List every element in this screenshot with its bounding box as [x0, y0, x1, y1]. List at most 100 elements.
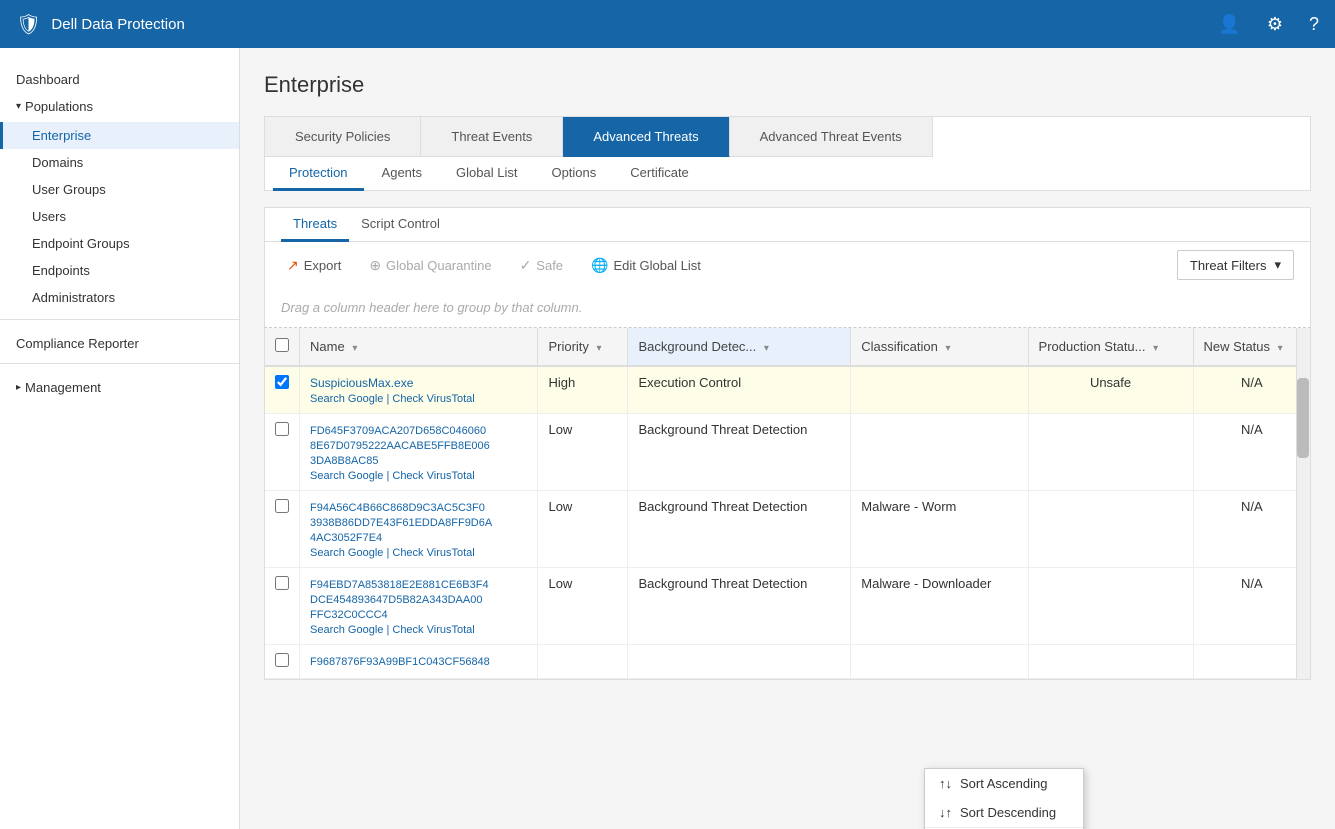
sort-descending-option[interactable]: ↓↑ Sort Descending — [925, 798, 1083, 827]
col-bg-detect[interactable]: Background Detec... ▾ — [628, 328, 851, 366]
row0-new-status: N/A — [1193, 366, 1310, 414]
sidebar-item-domains[interactable]: Domains — [0, 149, 239, 176]
row2-name: F94A56C4B66C868D9C3AC5C3F03938B86DD7E43F… — [300, 491, 538, 568]
col-name[interactable]: Name ▾ — [300, 328, 538, 366]
row4-bg-detect — [628, 645, 851, 679]
sidebar-item-dashboard[interactable]: Dashboard — [0, 64, 239, 91]
innertab-script-control[interactable]: Script Control — [349, 208, 452, 242]
sort-ascending-option[interactable]: ↑↓ Sort Ascending — [925, 769, 1083, 798]
tab-security-policies[interactable]: Security Policies — [265, 117, 421, 157]
row3-new-status: N/A — [1193, 568, 1310, 645]
sidebar: Dashboard ▾ Populations Enterprise Domai… — [0, 48, 240, 829]
row3-bg-detect: Background Threat Detection — [628, 568, 851, 645]
table-row: F9687876F93A99BF1C043CF56848 — [265, 645, 1310, 679]
row1-priority: Low — [538, 414, 628, 491]
row4-new-status — [1193, 645, 1310, 679]
quarantine-icon: ⊕ — [369, 257, 381, 274]
tab-advanced-threat-events[interactable]: Advanced Threat Events — [730, 117, 933, 157]
sidebar-item-compliance-reporter[interactable]: Compliance Reporter — [0, 328, 239, 355]
table-section: Name ▾ Priority ▾ Background Detec... ▾ — [264, 328, 1311, 680]
content-area: Enterprise Security Policies Threat Even… — [240, 48, 1335, 829]
row0-classification — [851, 366, 1028, 414]
col-prod-status[interactable]: Production Statu... ▾ — [1028, 328, 1193, 366]
subtab-options[interactable]: Options — [535, 157, 612, 191]
page-title: Enterprise — [264, 72, 1311, 98]
chevron-management-icon: ▸ — [16, 382, 21, 393]
export-icon — [287, 257, 299, 274]
edit-global-list-button[interactable]: 🌐 Edit Global List — [585, 253, 707, 278]
sidebar-item-endpoints[interactable]: Endpoints — [0, 257, 239, 284]
help-icon[interactable]: ? — [1309, 14, 1319, 35]
safe-button[interactable]: ✓ Safe — [514, 253, 569, 278]
row1-prod-status — [1028, 414, 1193, 491]
innertab-threats[interactable]: Threats — [281, 208, 349, 242]
sidebar-item-enterprise[interactable]: Enterprise — [0, 122, 239, 149]
subtab-global-list[interactable]: Global List — [440, 157, 533, 191]
globe-icon: 🌐 — [591, 257, 608, 274]
row1-name: FD645F3709ACA207D658C0460608E67D0795222A… — [300, 414, 538, 491]
gear-icon[interactable]: ⚙ — [1267, 14, 1283, 35]
row0-select[interactable] — [265, 366, 300, 414]
app-logo: 🛡 — [16, 12, 41, 37]
row1-bg-detect: Background Threat Detection — [628, 414, 851, 491]
sort-desc-icon: ↓↑ — [939, 805, 952, 820]
tab-advanced-threats[interactable]: Advanced Threats — [563, 117, 729, 157]
row2-classification: Malware - Worm — [851, 491, 1028, 568]
global-quarantine-button[interactable]: ⊕ Global Quarantine — [363, 253, 497, 278]
scrollbar[interactable] — [1296, 328, 1310, 679]
row3-classification: Malware - Downloader — [851, 568, 1028, 645]
row1-classification — [851, 414, 1028, 491]
subtab-certificate[interactable]: Certificate — [614, 157, 705, 191]
row4-classification — [851, 645, 1028, 679]
toolbar: Export ⊕ Global Quarantine ✓ Safe 🌐 Edit… — [264, 242, 1311, 288]
sidebar-item-endpoint-groups[interactable]: Endpoint Groups — [0, 230, 239, 257]
innertab-bar: Threats Script Control — [264, 207, 1311, 242]
name-sort-icon: ▾ — [352, 343, 357, 354]
threats-table: Name ▾ Priority ▾ Background Detec... ▾ — [265, 328, 1310, 679]
sidebar-item-administrators[interactable]: Administrators — [0, 284, 239, 311]
row3-select[interactable] — [265, 568, 300, 645]
user-icon[interactable]: 👤 — [1218, 14, 1240, 35]
row2-prod-status — [1028, 491, 1193, 568]
threat-filters-button[interactable]: Threat Filters ▾ — [1177, 250, 1294, 280]
row2-bg-detect: Background Threat Detection — [628, 491, 851, 568]
chevron-populations-icon: ▾ — [16, 101, 21, 112]
row0-bg-detect: Execution Control — [628, 366, 851, 414]
select-all-checkbox[interactable] — [275, 338, 289, 352]
row3-name: F94EBD7A853818E2E881CE6B3F4DCE454893647D… — [300, 568, 538, 645]
safe-icon: ✓ — [520, 257, 532, 274]
col-classification[interactable]: Classification ▾ — [851, 328, 1028, 366]
row3-prod-status — [1028, 568, 1193, 645]
select-all-header[interactable] — [265, 328, 300, 366]
table-row: SuspiciousMax.exe Search Google | Check … — [265, 366, 1310, 414]
drag-drop-area: Drag a column header here to group by th… — [264, 288, 1311, 328]
row4-priority — [538, 645, 628, 679]
row2-priority: Low — [538, 491, 628, 568]
sidebar-item-populations[interactable]: ▾ Populations — [0, 91, 239, 122]
col-priority[interactable]: Priority ▾ — [538, 328, 628, 366]
prod-status-sort-icon: ▾ — [1153, 343, 1158, 354]
row1-select[interactable] — [265, 414, 300, 491]
row4-select[interactable] — [265, 645, 300, 679]
row4-prod-status — [1028, 645, 1193, 679]
sidebar-item-user-groups[interactable]: User Groups — [0, 176, 239, 203]
sidebar-item-management[interactable]: ▸ Management — [0, 372, 239, 403]
row3-priority: Low — [538, 568, 628, 645]
sort-asc-icon: ↑↓ — [939, 776, 952, 791]
row1-new-status: N/A — [1193, 414, 1310, 491]
tab-threat-events[interactable]: Threat Events — [421, 117, 563, 157]
scrollbar-thumb[interactable] — [1297, 378, 1309, 458]
table-row: FD645F3709ACA207D658C0460608E67D0795222A… — [265, 414, 1310, 491]
main-tab-bar: Security Policies Threat Events Advanced… — [264, 116, 1311, 157]
col-new-status[interactable]: New Status ▾ — [1193, 328, 1310, 366]
priority-sort-icon: ▾ — [597, 343, 602, 354]
bg-detect-sort-icon: ▾ — [764, 343, 769, 354]
app-title: Dell Data Protection — [51, 16, 1192, 33]
subtab-agents[interactable]: Agents — [366, 157, 438, 191]
export-button[interactable]: Export — [281, 253, 347, 278]
row0-name: SuspiciousMax.exe Search Google | Check … — [300, 366, 538, 414]
table-row: F94A56C4B66C868D9C3AC5C3F03938B86DD7E43F… — [265, 491, 1310, 568]
sidebar-item-users[interactable]: Users — [0, 203, 239, 230]
row2-select[interactable] — [265, 491, 300, 568]
subtab-protection[interactable]: Protection — [273, 157, 364, 191]
